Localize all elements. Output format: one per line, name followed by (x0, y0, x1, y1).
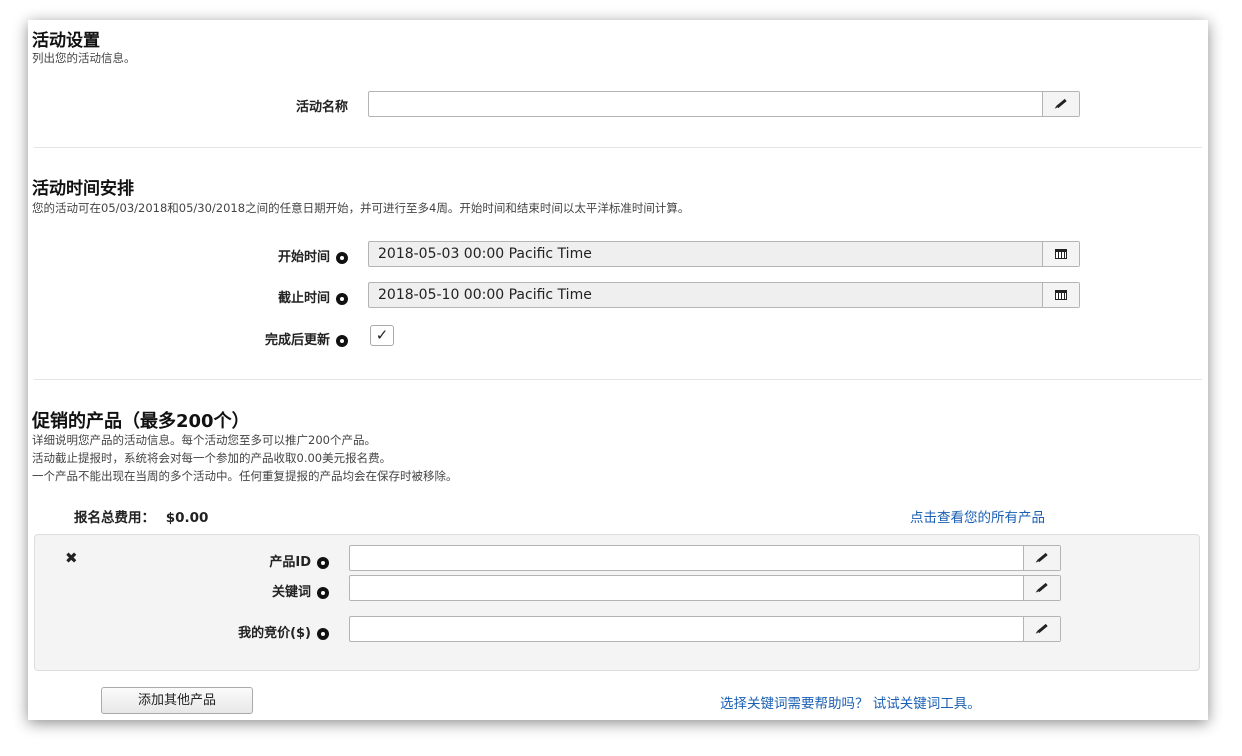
bid-label-text: 我的竞价($) (238, 626, 311, 641)
product-entry-panel: ✖ 产品ID 关键词 我的竞价($) (34, 534, 1200, 671)
start-time-label-text: 开始时间 (277, 250, 330, 265)
bid-input[interactable] (349, 616, 1061, 642)
eye-icon[interactable] (317, 586, 329, 599)
start-time-label: 开始时间 (188, 246, 348, 265)
view-all-products-link[interactable]: 点击查看您的所有产品 (910, 506, 1045, 526)
total-fee-label: 报名总费用： (74, 510, 155, 526)
pencil-icon (1056, 98, 1067, 109)
keyword-label: 关键词 (175, 581, 329, 600)
eye-icon[interactable] (336, 292, 348, 305)
renew-checkbox[interactable]: ✓ (370, 325, 394, 346)
edit-name-button[interactable] (1042, 92, 1079, 116)
end-calendar-button[interactable] (1042, 283, 1079, 307)
edit-product-id-button[interactable] (1023, 546, 1060, 570)
eye-icon[interactable] (336, 251, 348, 264)
keyword-tool-help-link[interactable]: 选择关键词需要帮助吗？ 试试关键词工具。 (720, 692, 981, 712)
eye-icon[interactable] (336, 334, 348, 347)
products-desc-3: 一个产品不能出现在当周的多个活动中。任何重复提报的产品均会在保存时被移除。 (32, 469, 458, 483)
edit-keyword-button[interactable] (1023, 576, 1060, 600)
settings-subtitle: 列出您的活动信息。 (32, 51, 136, 65)
eye-icon[interactable] (317, 556, 329, 569)
schedule-title: 活动时间安排 (32, 179, 134, 199)
divider (34, 379, 1202, 380)
pencil-icon (1037, 582, 1048, 593)
start-time-field[interactable]: 2018-05-03 00:00 Pacific Time (368, 241, 1080, 267)
add-product-button[interactable]: 添加其他产品 (101, 687, 253, 714)
campaign-name-field[interactable] (368, 91, 1080, 117)
end-time-label-text: 截止时间 (277, 291, 330, 306)
products-title: 促销的产品（最多200个） (32, 411, 250, 432)
calendar-icon (1055, 249, 1067, 259)
products-desc-1: 详细说明您产品的活动信息。每个活动您至多可以推广200个产品。 (32, 433, 376, 447)
end-time-field[interactable]: 2018-05-10 00:00 Pacific Time (368, 282, 1080, 308)
divider (34, 147, 1202, 148)
close-icon[interactable]: ✖ (65, 549, 78, 567)
keyword-input[interactable] (349, 575, 1061, 601)
renew-label: 完成后更新 (188, 329, 348, 348)
total-fee-value: $0.00 (165, 510, 209, 526)
total-fee: 报名总费用： $0.00 (74, 506, 208, 526)
products-desc-2: 活动截止提报时，系统将会对每一个参加的产品收取0.00美元报名费。 (32, 451, 392, 465)
end-time-label: 截止时间 (188, 287, 348, 306)
pencil-icon (1037, 623, 1048, 634)
end-time-value: 2018-05-10 00:00 Pacific Time (378, 287, 592, 303)
settings-title: 活动设置 (32, 31, 100, 51)
schedule-description: 您的活动可在05/03/2018和05/30/2018之间的任意日期开始，并可进… (32, 201, 690, 215)
eye-icon[interactable] (317, 627, 329, 640)
bid-label: 我的竞价($) (175, 622, 329, 641)
product-id-label-text: 产品ID (269, 555, 311, 570)
edit-bid-button[interactable] (1023, 617, 1060, 641)
product-id-label: 产品ID (175, 551, 329, 570)
renew-label-text: 完成后更新 (264, 333, 330, 348)
pencil-icon (1037, 552, 1048, 563)
start-calendar-button[interactable] (1042, 242, 1079, 266)
calendar-icon (1055, 290, 1067, 300)
product-id-input[interactable] (349, 545, 1061, 571)
keyword-label-text: 关键词 (271, 585, 311, 600)
start-time-value: 2018-05-03 00:00 Pacific Time (378, 246, 592, 262)
campaign-form: 活动设置 列出您的活动信息。 活动名称 活动时间安排 您的活动可在05/03/2… (28, 20, 1208, 720)
campaign-name-label: 活动名称 (295, 100, 348, 115)
